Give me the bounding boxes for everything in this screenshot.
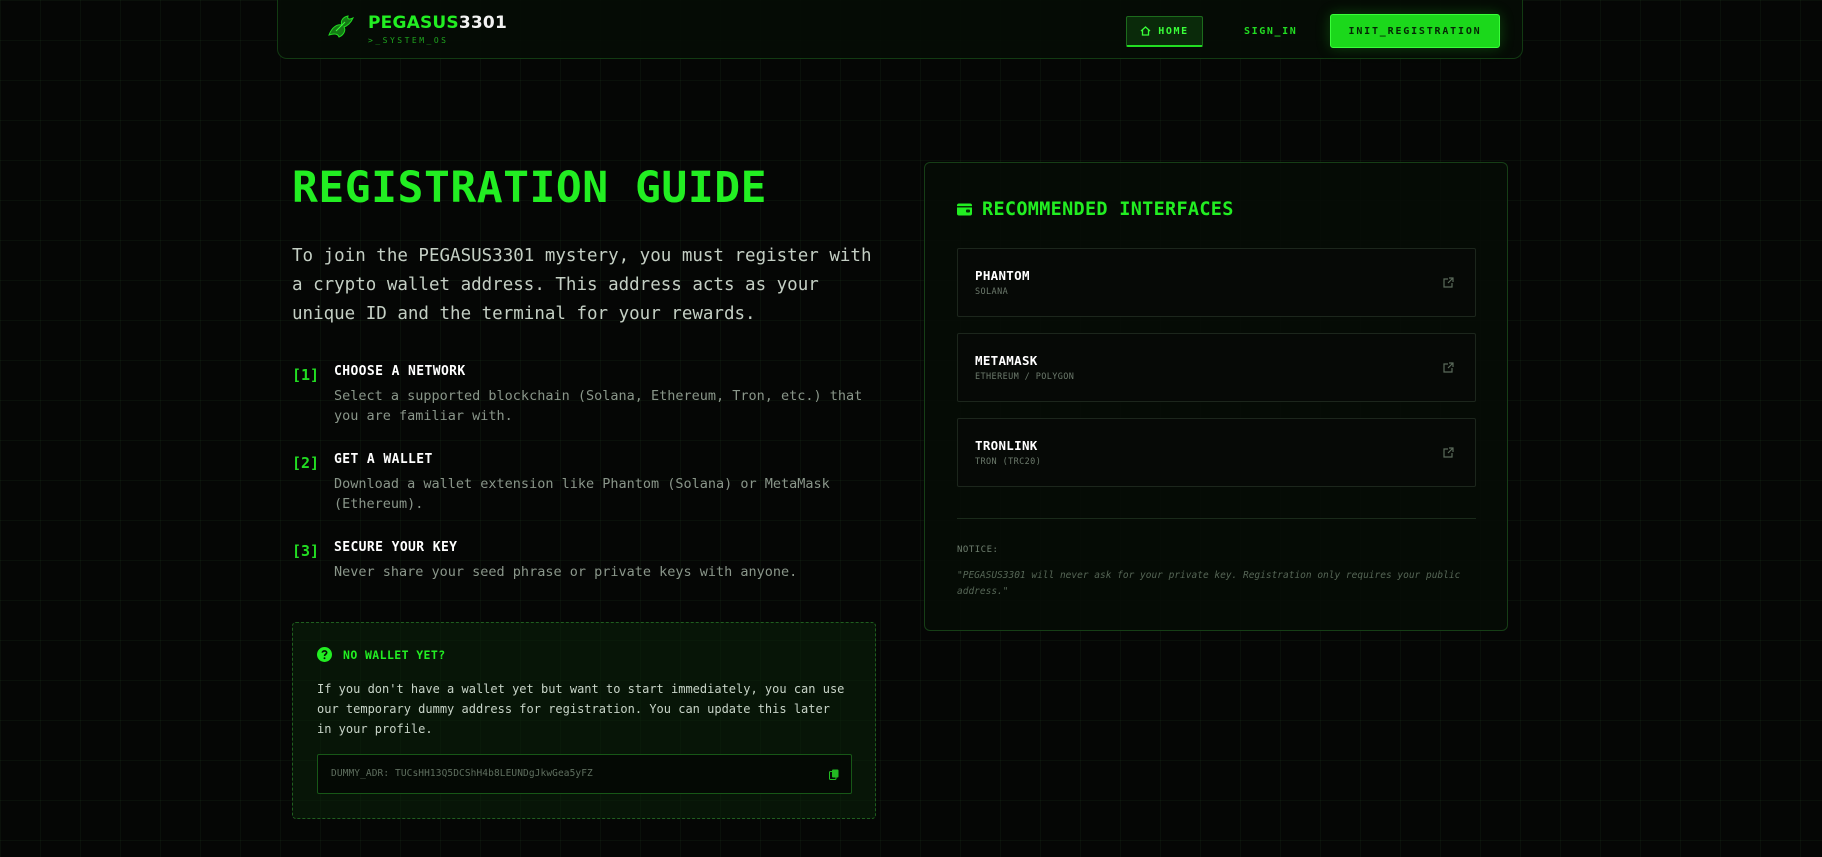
interface-network: SOLANA [975,287,1009,297]
no-wallet-box: NO WALLET YET? If you don't have a walle… [292,622,876,819]
interface-network: TRON (TRC20) [975,457,1042,467]
nav-home-button[interactable]: HOME [1126,16,1203,47]
interface-name: TRONLINK [975,438,1038,453]
recommended-interfaces-panel: RECOMMENDED INTERFACES PHANTOM SOLANA ME… [924,162,1508,631]
intro-paragraph: To join the PEGASUS3301 mystery, you mus… [292,246,872,324]
step-title: CHOOSE A NETWORK [334,364,466,379]
step-description: Never share your seed phrase or private … [334,564,798,580]
step-number: [2] [292,454,320,472]
interface-network: ETHEREUM / POLYGON [975,372,1075,382]
dummy-address-value[interactable]: DUMMY_ADR: TUCsHH13Q5DCShH4b8LEUNDgJkwGe… [331,768,593,779]
step-title: SECURE YOUR KEY [334,540,458,555]
copy-icon[interactable] [829,769,839,780]
step-number: [3] [292,542,320,560]
no-wallet-text: If you don't have a wallet yet but want … [317,682,845,736]
external-link-icon[interactable] [1443,362,1454,373]
brand-title-part2: 3301 [458,13,507,33]
panel-title: RECOMMENDED INTERFACES [982,199,1234,220]
question-circle-icon [317,647,332,662]
brand-title: PEGASUS3301 [368,12,507,34]
nav-home-label: HOME [1158,25,1189,37]
interface-card-tronlink[interactable]: TRONLINK TRON (TRC20) [957,418,1476,487]
brand-title-part1: PEGASUS [368,13,459,33]
interface-name: PHANTOM [975,268,1030,283]
no-wallet-heading: NO WALLET YET? [317,647,446,662]
external-link-icon[interactable] [1443,277,1454,288]
interface-card-metamask[interactable]: METAMASK ETHEREUM / POLYGON [957,333,1476,402]
nav-sign-in-link[interactable]: SIGN_IN [1244,16,1297,47]
interface-card-phantom[interactable]: PHANTOM SOLANA [957,248,1476,317]
step-number: [1] [292,366,320,384]
notice-text: "PEGASUS3301 will never ask for your pri… [957,570,1461,597]
brand-subtitle: >_SYSTEM_OS [368,36,449,45]
wallet-icon [957,203,972,216]
init-registration-button[interactable]: INIT_REGISTRATION [1330,14,1500,48]
panel-divider [957,518,1476,519]
dummy-address-field[interactable]: DUMMY_ADR: TUCsHH13Q5DCShH4b8LEUNDgJkwGe… [317,754,852,794]
pegasus-logo-icon [328,15,354,38]
brand[interactable]: PEGASUS3301 >_SYSTEM_OS [326,12,507,45]
no-wallet-title: NO WALLET YET? [343,647,446,662]
step-description: Select a supported blockchain (Solana, E… [334,388,863,424]
page-title: REGISTRATION GUIDE [292,163,767,213]
step-title: GET A WALLET [334,452,433,467]
step-description: Download a wallet extension like Phantom… [334,476,830,512]
external-link-icon[interactable] [1443,447,1454,458]
notice-label: NOTICE: [957,545,999,555]
top-navbar: PEGASUS3301 >_SYSTEM_OS HOME SIGN_IN INI… [277,0,1523,59]
interface-name: METAMASK [975,353,1038,368]
home-icon [1140,26,1151,36]
panel-heading: RECOMMENDED INTERFACES [957,199,1234,220]
